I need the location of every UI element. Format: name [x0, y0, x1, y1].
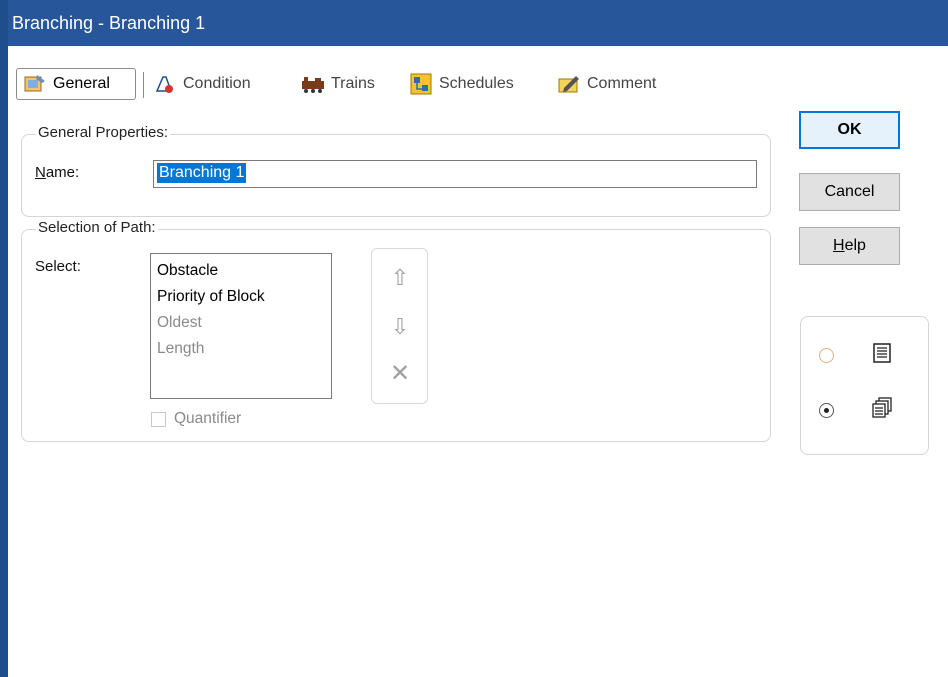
ok-button[interactable]: OK: [799, 111, 900, 149]
quantifier-label: Quantifier: [174, 410, 242, 427]
tab-condition[interactable]: Condition: [153, 68, 251, 100]
quantifier-checkbox-box[interactable]: [151, 411, 166, 427]
multiple-view-radio[interactable]: [819, 403, 834, 418]
name-input-value: Branching 1: [157, 163, 247, 183]
window-title: Branching - Branching 1: [12, 13, 206, 33]
title-bar: Branching - Branching 1: [0, 0, 948, 46]
tab-separator: [143, 72, 144, 98]
general-properties-title: General Properties:: [36, 124, 171, 141]
tab-trains-label: Trains: [331, 75, 375, 92]
tab-bar: General Condition Trains Schedules Comme…: [16, 68, 716, 102]
tab-comment[interactable]: Comment: [557, 68, 656, 100]
tab-general-label: General: [53, 75, 110, 92]
dialog-content: General Condition Trains Schedules Comme…: [8, 46, 948, 677]
remove-icon[interactable]: ✕: [390, 361, 410, 387]
list-item[interactable]: Obstacle: [157, 258, 325, 284]
tab-comment-label: Comment: [587, 75, 657, 92]
single-view-radio[interactable]: [819, 348, 834, 363]
reorder-buttons-panel: ⇧ ⇩ ✕: [371, 248, 428, 404]
selection-of-path-title: Selection of Path:: [36, 219, 158, 236]
schedules-icon: [409, 73, 433, 95]
quantifier-checkbox[interactable]: Quantifier: [151, 410, 241, 428]
comment-icon: [557, 73, 581, 95]
list-item[interactable]: Oldest: [157, 310, 325, 336]
single-list-icon: [871, 342, 893, 364]
branching-dialog: Branching - Branching 1 General Conditio…: [0, 0, 948, 677]
name-label: Name:: [35, 164, 80, 181]
general-properties-icon: [23, 73, 47, 95]
list-item[interactable]: Length: [157, 336, 325, 362]
multiple-windows-icon: [871, 397, 893, 419]
view-mode-panel: [800, 316, 929, 455]
name-input[interactable]: Branching 1: [153, 160, 757, 188]
path-selection-listbox[interactable]: Obstacle Priority of Block Oldest Length: [150, 253, 332, 399]
trains-icon: [301, 73, 325, 95]
tab-general[interactable]: General: [16, 68, 136, 100]
select-label: Select:: [35, 258, 81, 275]
tab-trains[interactable]: Trains: [301, 68, 375, 100]
tab-schedules[interactable]: Schedules: [409, 68, 514, 100]
condition-icon: [153, 73, 177, 95]
move-down-icon[interactable]: ⇩: [390, 314, 410, 340]
cancel-button[interactable]: Cancel: [799, 173, 900, 211]
move-up-icon[interactable]: ⇧: [390, 265, 410, 291]
tab-schedules-label: Schedules: [439, 75, 514, 92]
tab-condition-label: Condition: [183, 75, 251, 92]
list-item[interactable]: Priority of Block: [157, 284, 325, 310]
help-button[interactable]: Help: [799, 227, 900, 265]
window-left-border: [0, 0, 8, 677]
